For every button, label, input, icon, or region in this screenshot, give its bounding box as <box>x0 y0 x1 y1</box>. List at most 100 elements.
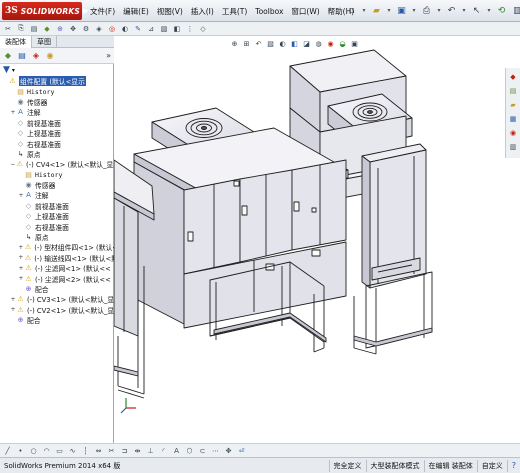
section-view-icon[interactable]: ▧ <box>158 23 170 35</box>
select-dropdown-icon[interactable]: ▾ <box>485 3 493 18</box>
solidworks-logo[interactable]: 3S SOLIDWORKS ▶ <box>2 2 88 20</box>
pattern-icon[interactable]: ⋮ <box>184 23 196 35</box>
tree-row[interactable]: ◇ 上视基准面 <box>0 128 114 138</box>
rebuild-icon[interactable]: ⟲ <box>494 3 509 18</box>
feature-manager-icon[interactable]: ◆ <box>2 50 14 62</box>
menu-window[interactable]: 窗口(W) <box>287 6 323 17</box>
arc-tool-icon[interactable]: ◠ <box>41 445 52 456</box>
graphics-area[interactable]: ⊕ ⊞ ↶ ▧ ◐ ◧ ◪ ◍ ◉ ◒ ▣ <box>114 36 520 443</box>
tree-row[interactable]: ◇ 右视基准面 <box>0 221 114 232</box>
point-tool-icon[interactable]: • <box>15 445 26 456</box>
new-document-icon[interactable]: ▫ <box>344 3 359 18</box>
paste-icon[interactable]: ▤ <box>28 23 40 35</box>
smart-fasteners-icon[interactable]: ⚙ <box>80 23 92 35</box>
interference-icon[interactable]: ◎ <box>106 23 118 35</box>
more-panels-icon[interactable]: » <box>106 51 111 60</box>
appearances-icon[interactable]: ◉ <box>508 127 519 138</box>
tree-row[interactable]: ⊕ 配合 <box>0 315 114 325</box>
tree-row[interactable]: ↳ 原点 <box>0 232 114 242</box>
tree-row[interactable]: ⊕ 配合 <box>0 284 114 294</box>
centerline-tool-icon[interactable]: ┆ <box>80 445 91 456</box>
rectangle-tool-icon[interactable]: ▭ <box>54 445 65 456</box>
status-large-assembly-mode[interactable]: 大型装配体模式 <box>365 459 424 472</box>
mate-icon[interactable]: ⊕ <box>54 23 66 35</box>
tab-sketch[interactable]: 草图 <box>32 36 57 48</box>
exit-sketch-icon[interactable]: ⏎ <box>236 445 247 456</box>
solidworks-resources-icon[interactable]: ◆ <box>508 71 519 82</box>
status-units-custom[interactable]: 自定义 <box>476 459 507 472</box>
tree-row[interactable]: + ⚠ (-) CV2<1> (默认<默认_显 <box>0 305 114 315</box>
tree-row[interactable]: ▤ History <box>0 170 114 180</box>
view-palette-icon[interactable]: ▦ <box>508 113 519 124</box>
new-dropdown-icon[interactable]: ▾ <box>360 3 368 18</box>
menu-insert[interactable]: 插入(I) <box>187 6 218 17</box>
menu-edit[interactable]: 编辑(E) <box>119 6 153 17</box>
open-folder-icon[interactable]: ▰ <box>369 3 384 18</box>
sketch-fillet-icon[interactable]: ◜ <box>158 445 169 456</box>
offset-tool-icon[interactable]: ⊐ <box>119 445 130 456</box>
file-explorer-icon[interactable]: ▰ <box>508 99 519 110</box>
status-help-icon[interactable]: ? <box>506 459 520 472</box>
explode-view-icon[interactable]: ◈ <box>93 23 105 35</box>
print-dropdown-icon[interactable]: ▾ <box>435 3 443 18</box>
design-library-icon[interactable]: ▤ <box>508 85 519 96</box>
reference-geometry-icon[interactable]: ◇ <box>197 23 209 35</box>
tree-row[interactable]: ◉ 传感器 <box>0 97 114 107</box>
circle-tool-icon[interactable]: ○ <box>28 445 39 456</box>
assembly-features-icon[interactable]: ◧ <box>171 23 183 35</box>
tree-row[interactable]: + ⚠ (-) 型材组件四<1> (默认< <box>0 242 114 252</box>
menu-file[interactable]: 文件(F) <box>86 6 119 17</box>
tree-row[interactable]: + ⚠ (-) CV3<1> (默认<默认_显 <box>0 294 114 304</box>
tab-assembly[interactable]: 装配体 <box>0 36 32 48</box>
menu-toolbox[interactable]: Toolbox <box>251 7 287 16</box>
save-dropdown-icon[interactable]: ▾ <box>410 3 418 18</box>
file-properties-icon[interactable]: ▥ <box>510 3 520 18</box>
line-tool-icon[interactable]: ╱ <box>2 445 13 456</box>
relations-tool-icon[interactable]: ⊥ <box>145 445 156 456</box>
mirror-tool-icon[interactable]: ⇹ <box>132 445 143 456</box>
copy-icon[interactable]: ⎘ <box>15 23 27 35</box>
select-arrow-icon[interactable]: ↖ <box>469 3 484 18</box>
tree-row[interactable]: − ⚠ (-) CV4<1> (默认<默认_显示 <box>0 159 114 169</box>
polygon-tool-icon[interactable]: ⬡ <box>184 445 195 456</box>
save-icon[interactable]: ▣ <box>394 3 409 18</box>
edit-component-icon[interactable]: ✎ <box>132 23 144 35</box>
filter-funnel-icon[interactable]: ▼ <box>3 65 10 75</box>
print-icon[interactable]: ⎙ <box>419 3 434 18</box>
tree-row[interactable]: + A 注解 <box>0 190 114 200</box>
menu-tools[interactable]: 工具(T) <box>218 6 251 17</box>
text-tool-icon[interactable]: A <box>171 445 182 456</box>
move-component-icon[interactable]: ✥ <box>67 23 79 35</box>
tree-row[interactable]: + ⚠ (-) 输送线四<1> (默认<默 <box>0 253 114 263</box>
pattern-tool-icon[interactable]: ⋯ <box>210 445 221 456</box>
assembly-model-view[interactable] <box>114 36 520 443</box>
move-entities-icon[interactable]: ✥ <box>223 445 234 456</box>
tree-row[interactable]: ⚠ 组件配置 (默认<显示 <box>0 76 114 87</box>
tree-row[interactable]: ◇ 前视基准面 <box>0 201 114 211</box>
tree-row[interactable]: ◇ 上视基准面 <box>0 211 114 221</box>
custom-properties-icon[interactable]: ▥ <box>508 141 519 152</box>
slot-tool-icon[interactable]: ⊂ <box>197 445 208 456</box>
tree-row[interactable]: + A 注解 <box>0 107 114 117</box>
undo-icon[interactable]: ↶ <box>444 3 459 18</box>
menu-view[interactable]: 视图(V) <box>153 6 187 17</box>
tree-row[interactable]: ▤ History <box>0 86 114 96</box>
display-manager-icon[interactable]: ◉ <box>44 50 56 62</box>
open-dropdown-icon[interactable]: ▾ <box>385 3 393 18</box>
measure-icon[interactable]: ⊿ <box>145 23 157 35</box>
tree-row[interactable]: ◇ 右视基准面 <box>0 138 114 149</box>
tree-row[interactable]: + ⚠ (-) 尘滤网<2> (默认<< <box>0 273 114 284</box>
hide-show-icon[interactable]: ◐ <box>119 23 131 35</box>
configuration-manager-icon[interactable]: ◈ <box>30 50 42 62</box>
cut-icon[interactable]: ✂ <box>2 23 14 35</box>
filter-dropdown-icon[interactable]: ▾ <box>12 67 15 74</box>
tree-row[interactable]: ↳ 原点 <box>0 149 114 159</box>
spline-tool-icon[interactable]: ∿ <box>67 445 78 456</box>
tree-row[interactable]: ◉ 传感器 <box>0 180 114 190</box>
trim-tool-icon[interactable]: ✂ <box>106 445 117 456</box>
property-manager-icon[interactable]: ▤ <box>16 50 28 62</box>
tree-row[interactable]: ◇ 前视基准面 <box>0 118 114 128</box>
undo-dropdown-icon[interactable]: ▾ <box>460 3 468 18</box>
dimension-tool-icon[interactable]: ⇔ <box>93 445 104 456</box>
insert-component-icon[interactable]: ◆ <box>41 23 53 35</box>
